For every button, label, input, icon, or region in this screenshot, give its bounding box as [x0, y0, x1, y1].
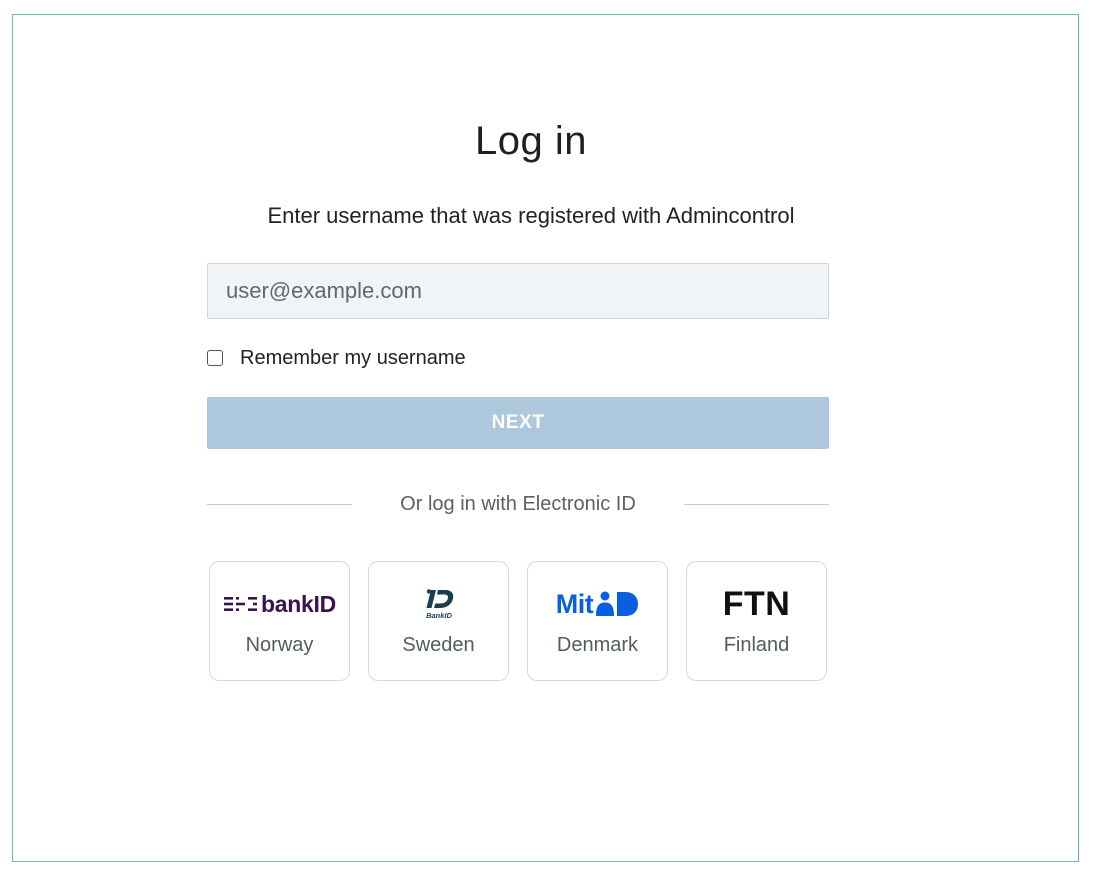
page-subtitle: Enter username that was registered with … — [267, 203, 795, 228]
remember-label[interactable]: Remember my username — [240, 347, 466, 370]
eid-label-sweden: Sweden — [402, 634, 475, 656]
bankid-norway-logo: bankID — [210, 586, 349, 622]
username-input[interactable] — [207, 263, 829, 319]
eid-card-sweden[interactable]: BankID Sweden — [368, 561, 509, 681]
eid-label-denmark: Denmark — [556, 634, 639, 656]
ftn-logo-text: FTN — [722, 584, 791, 623]
divider-line-left — [207, 504, 352, 505]
remember-checkbox[interactable] — [207, 350, 223, 366]
eid-card-finland[interactable]: FTN Finland — [686, 561, 827, 681]
next-button[interactable]: NEXT — [207, 397, 829, 449]
eid-card-denmark[interactable]: Mit Denmark — [527, 561, 668, 681]
bankid-sweden-icon: BankID — [426, 589, 453, 620]
eid-label-finland: Finland — [723, 634, 790, 656]
eid-divider-text: Or log in with Electronic ID — [400, 493, 636, 515]
bankid-norway-logo-text: bankID — [261, 590, 336, 617]
eid-label-norway: Norway — [245, 634, 314, 656]
divider-line-right — [684, 504, 829, 505]
bankid-sweden-logo-text: BankID — [426, 611, 452, 620]
ftn-logo: FTN — [687, 584, 826, 623]
eid-card-norway[interactable]: bankID Norway — [209, 561, 350, 681]
mitid-id-icon — [596, 591, 639, 616]
remember-row[interactable]: Remember my username — [207, 345, 466, 371]
bankid-norway-mark-icon — [224, 597, 258, 611]
mitid-logo: Mit — [528, 586, 667, 622]
page-title: Log in — [475, 119, 587, 163]
bankid-sweden-logo: BankID — [369, 586, 508, 622]
mitid-logo-text: Mit — [555, 588, 594, 619]
